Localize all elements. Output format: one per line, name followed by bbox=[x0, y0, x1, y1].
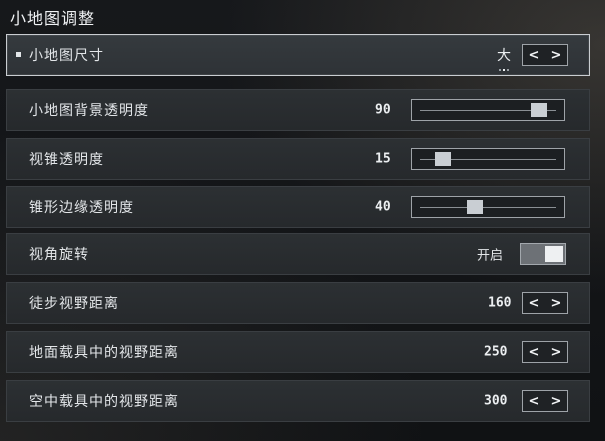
setting-row-minimap-size[interactable]: 小地图尺寸 大 < > bbox=[6, 34, 590, 76]
setting-value: 160 bbox=[488, 295, 512, 311]
setting-label: 徒步视野距离 bbox=[29, 296, 119, 312]
setting-label: 地面载具中的视野距离 bbox=[29, 345, 179, 361]
settings-panel: 小地图尺寸 大 < > 小地图背景透明度 90 视锥透明度 15 锥形边缘透明度… bbox=[6, 34, 590, 434]
setting-value: 300 bbox=[484, 393, 508, 409]
ground-vehicle-distance-stepper[interactable]: < > bbox=[522, 341, 568, 363]
chevron-right-icon[interactable]: > bbox=[551, 346, 562, 359]
setting-value: 大 bbox=[497, 48, 511, 64]
chevron-left-icon[interactable]: < bbox=[529, 49, 540, 62]
toggle-knob bbox=[545, 246, 563, 262]
setting-label: 视锥透明度 bbox=[29, 152, 104, 168]
setting-row-cone-opacity[interactable]: 视锥透明度 15 bbox=[6, 138, 590, 180]
toggle-state-label: 开启 bbox=[477, 248, 504, 264]
chevron-right-icon[interactable]: > bbox=[551, 49, 562, 62]
setting-row-walk-distance[interactable]: 徒步视野距离 160 < > bbox=[6, 282, 590, 324]
cone-edge-opacity-slider[interactable] bbox=[411, 196, 565, 218]
setting-label: 锥形边缘透明度 bbox=[29, 200, 134, 216]
slider-track bbox=[420, 207, 556, 208]
setting-value: 40 bbox=[375, 199, 391, 215]
slider-thumb[interactable] bbox=[467, 200, 484, 214]
opacity-slider[interactable] bbox=[411, 99, 565, 121]
cone-opacity-slider[interactable] bbox=[411, 148, 565, 170]
size-indicator bbox=[499, 69, 511, 72]
setting-label: 视角旋转 bbox=[29, 247, 89, 263]
air-vehicle-distance-stepper[interactable]: < > bbox=[522, 390, 568, 412]
slider-thumb[interactable] bbox=[435, 152, 452, 166]
setting-label: 空中载具中的视野距离 bbox=[29, 394, 179, 410]
setting-row-ground-vehicle-distance[interactable]: 地面载具中的视野距离 250 < > bbox=[6, 331, 590, 373]
rotation-toggle[interactable] bbox=[520, 243, 566, 265]
setting-row-air-vehicle-distance[interactable]: 空中载具中的视野距离 300 < > bbox=[6, 380, 590, 422]
chevron-left-icon[interactable]: < bbox=[529, 346, 540, 359]
size-stepper[interactable]: < > bbox=[522, 44, 568, 66]
setting-row-cone-edge-opacity[interactable]: 锥形边缘透明度 40 bbox=[6, 186, 590, 228]
setting-value: 90 bbox=[375, 102, 391, 118]
setting-value: 15 bbox=[375, 151, 391, 167]
setting-row-view-rotation[interactable]: 视角旋转 开启 bbox=[6, 233, 590, 275]
walk-distance-stepper[interactable]: < > bbox=[522, 292, 568, 314]
chevron-left-icon[interactable]: < bbox=[529, 395, 540, 408]
slider-thumb[interactable] bbox=[531, 103, 548, 117]
page-title: 小地图调整 bbox=[10, 9, 96, 28]
chevron-right-icon[interactable]: > bbox=[551, 297, 562, 310]
setting-value: 250 bbox=[484, 344, 508, 360]
chevron-left-icon[interactable]: < bbox=[529, 297, 540, 310]
setting-label: 小地图背景透明度 bbox=[29, 103, 149, 119]
setting-label: 小地图尺寸 bbox=[29, 48, 104, 64]
selection-bullet bbox=[16, 52, 21, 57]
setting-row-bg-opacity[interactable]: 小地图背景透明度 90 bbox=[6, 89, 590, 131]
chevron-right-icon[interactable]: > bbox=[551, 395, 562, 408]
